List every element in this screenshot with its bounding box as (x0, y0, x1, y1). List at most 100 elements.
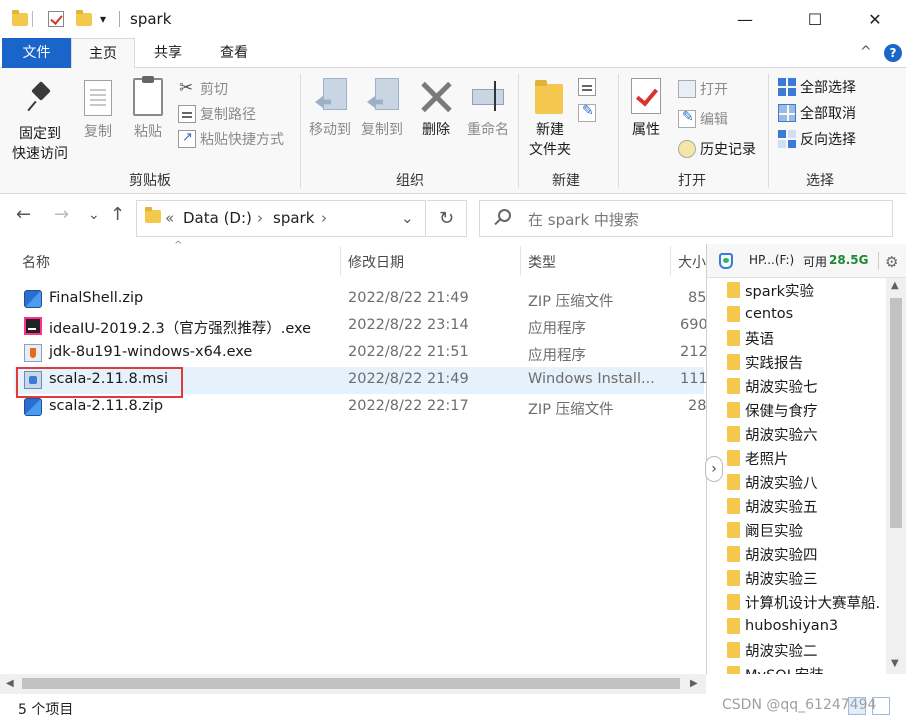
list-item[interactable]: 胡波实验五 (727, 494, 887, 518)
copy-path-button[interactable]: 复制路径 (178, 103, 256, 125)
address-bar[interactable]: « Data (D:) › spark › ⌄ (136, 200, 426, 237)
column-divider[interactable] (520, 246, 521, 276)
select-all-icon (778, 78, 796, 96)
paste-shortcut-button[interactable]: 粘贴快捷方式 (178, 128, 284, 150)
search-icon (498, 209, 511, 222)
scrollbar-thumb[interactable] (22, 678, 680, 689)
edit-button[interactable]: 编辑 (678, 108, 728, 130)
folder-name: MySQL安装 (745, 664, 824, 675)
maximize-button[interactable]: ☐ (792, 0, 838, 38)
tab-share[interactable]: 共享 (140, 38, 196, 68)
scroll-down-icon[interactable]: ▼ (891, 658, 899, 669)
properties-label: 属性 (632, 122, 660, 138)
vertical-scrollbar[interactable]: ▲ ▼ (886, 278, 906, 674)
select-all-label: 全部选择 (800, 80, 856, 96)
address-dropdown-button[interactable]: ⌄ (401, 209, 414, 227)
customize-quick-access-button[interactable]: ▾ (100, 8, 106, 30)
gear-icon[interactable]: ⚙ (885, 253, 898, 271)
list-item[interactable]: 实践报告 (727, 350, 887, 374)
list-item[interactable]: 老照片 (727, 446, 887, 470)
list-item[interactable]: 胡波实验三 (727, 566, 887, 590)
up-button[interactable]: ↑ (110, 204, 125, 225)
new-folder-quick-icon[interactable] (76, 8, 92, 30)
move-to-button[interactable]: 移动到 (304, 78, 356, 140)
forward-button[interactable]: → (54, 204, 69, 225)
minimize-button[interactable]: — (722, 0, 768, 38)
collapse-ribbon-button[interactable]: ^ (860, 44, 872, 60)
open-icon (678, 80, 696, 98)
rename-button[interactable]: 重命名 (462, 78, 514, 140)
file-size: 28 (688, 398, 707, 414)
help-button[interactable]: ? (884, 44, 902, 62)
new-item-button[interactable] (578, 76, 600, 98)
cut-button[interactable]: 剪切 (178, 78, 228, 100)
list-item[interactable]: 胡波实验六 (727, 422, 887, 446)
window-title: spark (130, 10, 172, 28)
breadcrumb-overflow[interactable]: « (165, 209, 174, 227)
paste-button[interactable]: 粘贴 (126, 76, 170, 142)
column-divider[interactable] (340, 246, 341, 276)
file-row[interactable]: jdk-8u191-windows-x64.exe 2022/8/22 21:5… (14, 340, 708, 367)
select-all-button[interactable]: 全部选择 (778, 76, 856, 98)
breadcrumb-folder[interactable]: spark (273, 209, 314, 227)
list-item[interactable]: huboshiyan3 (727, 614, 887, 638)
invert-selection-button[interactable]: 反向选择 (778, 128, 856, 150)
scroll-right-icon[interactable]: ▶ (690, 678, 698, 689)
list-item[interactable]: MySQL安装 (727, 662, 887, 674)
refresh-button[interactable]: ↻ (427, 200, 467, 237)
list-item[interactable]: 胡波实验七 (727, 374, 887, 398)
file-row[interactable]: scala-2.11.8.zip 2022/8/22 22:17 ZIP 压缩文… (14, 394, 707, 421)
scroll-left-icon[interactable]: ◀ (6, 678, 14, 689)
file-row[interactable]: ideaIU-2019.2.3（官方强烈推荐）.exe 2022/8/22 23… (14, 313, 708, 340)
easy-access-button[interactable] (578, 102, 600, 124)
scrollbar-thumb[interactable] (890, 298, 902, 528)
folder-name: 计算机设计大赛草船. (745, 595, 881, 612)
scroll-up-icon[interactable]: ▲ (891, 280, 899, 291)
copy-to-button[interactable]: 复制到 (356, 78, 408, 140)
invert-selection-label: 反向选择 (800, 132, 856, 148)
file-type: 应用程序 (528, 348, 586, 364)
properties-button[interactable]: 属性 (624, 78, 668, 140)
search-box[interactable]: 在 spark 中搜索 (479, 200, 893, 237)
group-divider (618, 74, 619, 188)
edit-icon (678, 109, 696, 128)
list-item[interactable]: 计算机设计大赛草船. (727, 590, 887, 614)
open-label: 打开 (700, 82, 728, 98)
column-divider[interactable] (670, 246, 671, 276)
file-row[interactable]: FinalShell.zip 2022/8/22 21:49 ZIP 压缩文件 … (14, 286, 706, 313)
delete-button[interactable]: 删除 (416, 78, 456, 140)
expand-panel-button[interactable]: › (705, 456, 723, 482)
back-button[interactable]: ← (16, 204, 31, 225)
list-item[interactable]: 英语 (727, 326, 887, 350)
pin-to-quick-access-button[interactable]: 固定到 快速访问 (8, 80, 72, 164)
tab-home[interactable]: 主页 (71, 38, 135, 69)
column-header-name[interactable]: 名称 (22, 252, 50, 272)
tab-view[interactable]: 查看 (206, 38, 262, 68)
list-item[interactable]: 胡波实验二 (727, 638, 887, 662)
file-name: jdk-8u191-windows-x64.exe (49, 344, 253, 360)
recent-locations-button[interactable]: ⌄ (88, 207, 100, 223)
new-folder-button[interactable]: 新建 文件夹 (524, 78, 576, 160)
list-item[interactable]: 阚巨实验 (727, 518, 887, 542)
list-item[interactable]: centos (727, 302, 887, 326)
list-item[interactable]: 保健与食疗 (727, 398, 887, 422)
file-modified: 2022/8/22 21:49 (348, 371, 469, 387)
open-button[interactable]: 打开 (678, 78, 728, 100)
column-header-modified[interactable]: 修改日期 (348, 252, 404, 272)
copy-label: 复制 (84, 124, 112, 140)
breadcrumb-separator[interactable]: › (321, 209, 327, 227)
column-header-type[interactable]: 类型 (528, 252, 556, 272)
horizontal-scrollbar[interactable]: ◀ ▶ (0, 674, 706, 694)
breadcrumb-separator[interactable]: › (257, 209, 263, 227)
list-item[interactable]: 胡波实验四 (727, 542, 887, 566)
tab-file[interactable]: 文件 (2, 38, 71, 68)
history-button[interactable]: 历史记录 (678, 138, 756, 160)
close-button[interactable]: ✕ (852, 0, 898, 38)
select-none-button[interactable]: 全部取消 (778, 102, 856, 124)
list-item[interactable]: spark实验 (727, 278, 887, 302)
properties-quick-icon[interactable] (48, 8, 64, 30)
column-header-size[interactable]: 大小 (678, 252, 706, 272)
breadcrumb-drive[interactable]: Data (D:) (183, 209, 252, 227)
list-item[interactable]: 胡波实验八 (727, 470, 887, 494)
copy-button[interactable]: 复制 (76, 80, 120, 142)
